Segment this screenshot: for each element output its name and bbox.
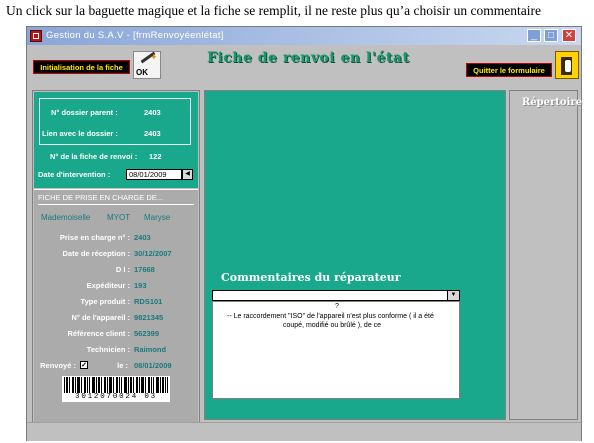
- field-label: N° de l'appareil :: [71, 313, 130, 322]
- app-window: Gestion du S.A.V - [frmRenvoyéenlétat] _…: [26, 26, 582, 441]
- comments-panel: Commentaires du réparateur ▼ ? -- Le rac…: [204, 90, 506, 420]
- chevron-down-icon[interactable]: ▼: [447, 291, 459, 300]
- dossier-link-box: N° dossier parent : 2403 Lien avec le do…: [39, 98, 191, 145]
- field-label: Type produit :: [80, 297, 130, 306]
- directory-panel: Répertoire: [509, 90, 582, 420]
- left-panel: N° dossier parent : 2403 Lien avec le do…: [32, 90, 200, 436]
- client-civility: Mademoiselle: [41, 213, 91, 222]
- exit-door-button[interactable]: [555, 51, 579, 79]
- barcode-bars-icon: [64, 377, 168, 393]
- prise-en-charge-section: FICHE DE PRISE EN CHARGE DE... Mademoise…: [34, 189, 198, 435]
- link-dossier-label: Lien avec le dossier :: [42, 129, 118, 138]
- field-value: 2403: [134, 233, 151, 242]
- comment-placeholder-mark: ?: [335, 303, 339, 310]
- returned-label: Renvoyé :: [40, 361, 76, 370]
- parent-dossier-label: N° dossier parent :: [51, 108, 118, 117]
- comments-title: Commentaires du réparateur: [221, 271, 401, 284]
- return-sheet-label: N° de la fiche de renvoi :: [50, 152, 138, 161]
- caption-text: Un click sur la baguette magique et la f…: [6, 3, 541, 18]
- field-value: RDS101: [134, 297, 163, 306]
- status-bar: [27, 422, 581, 441]
- field-label: Prise en charge n° :: [59, 233, 130, 242]
- field-value: Raimond: [134, 345, 167, 354]
- close-button[interactable]: ✕: [562, 29, 576, 42]
- person-exit-icon: [565, 60, 571, 72]
- maximize-button[interactable]: □: [544, 29, 558, 42]
- date-picker-button[interactable]: ◀: [182, 169, 193, 180]
- returned-checkbox[interactable]: ✓: [80, 361, 88, 369]
- comment-line-1: -- Le raccordement "ISO" de l'appareil n…: [227, 313, 434, 320]
- parent-dossier-value: 2403: [144, 108, 161, 117]
- intervention-date-label: Date d'intervention :: [38, 170, 111, 179]
- field-label: Expéditeur :: [86, 281, 130, 290]
- magic-wand-button[interactable]: ✦ OK: [133, 51, 161, 79]
- barcode-digits: 3012070024 03: [75, 393, 157, 401]
- field-label: Technicien :: [86, 345, 130, 354]
- directory-title[interactable]: Répertoire: [522, 97, 582, 108]
- quit-form-button[interactable]: Quitter le formulaire: [466, 63, 552, 77]
- init-form-button[interactable]: Initialisation de la fiche: [33, 60, 130, 74]
- field-value: 17668: [134, 265, 155, 274]
- client-firstname: Maryse: [144, 213, 171, 222]
- returned-date-value: 08/01/2009: [134, 361, 172, 370]
- dossier-section: N° dossier parent : 2403 Lien avec le do…: [34, 92, 198, 188]
- window-title: Gestion du S.A.V - [frmRenvoyéenlétat]: [46, 30, 224, 41]
- field-value: 193: [134, 281, 147, 290]
- intervention-date-field[interactable]: 08/01/2009: [126, 169, 182, 180]
- field-label: Référence client :: [67, 329, 130, 338]
- field-value: 562399: [134, 329, 160, 338]
- title-bar: Gestion du S.A.V - [frmRenvoyéenlétat] _…: [27, 27, 581, 45]
- app-icon: [30, 30, 42, 42]
- returned-date-label: le :: [117, 361, 128, 370]
- link-dossier-value: 2403: [144, 129, 161, 138]
- barcode: 3012070024 03: [62, 376, 170, 402]
- comment-textarea[interactable]: ? -- Le raccordement "ISO" de l'appareil…: [212, 301, 460, 399]
- return-sheet-value: 122: [149, 152, 162, 161]
- header-divider: [38, 204, 194, 205]
- minimize-button[interactable]: _: [527, 29, 541, 42]
- comment-select[interactable]: ▼: [212, 290, 460, 301]
- field-label: Date de réception :: [62, 249, 130, 258]
- field-value: 9821345: [134, 313, 164, 322]
- prise-en-charge-header: FICHE DE PRISE EN CHARGE DE...: [38, 193, 164, 202]
- client-lastname: MYOT: [107, 213, 131, 222]
- wand-ok-label: OK: [136, 68, 148, 77]
- comment-line-2: coupé, modifié ou brûlé ), de ce: [283, 322, 382, 329]
- field-label: D I :: [115, 265, 130, 274]
- form-title: Fiche de renvoi en l'état: [207, 50, 410, 66]
- toolbar: Initialisation de la fiche ✦ OK Fiche de…: [27, 45, 581, 85]
- sparkle-icon: ✦: [150, 52, 158, 62]
- field-value: 30/12/2007: [134, 249, 172, 258]
